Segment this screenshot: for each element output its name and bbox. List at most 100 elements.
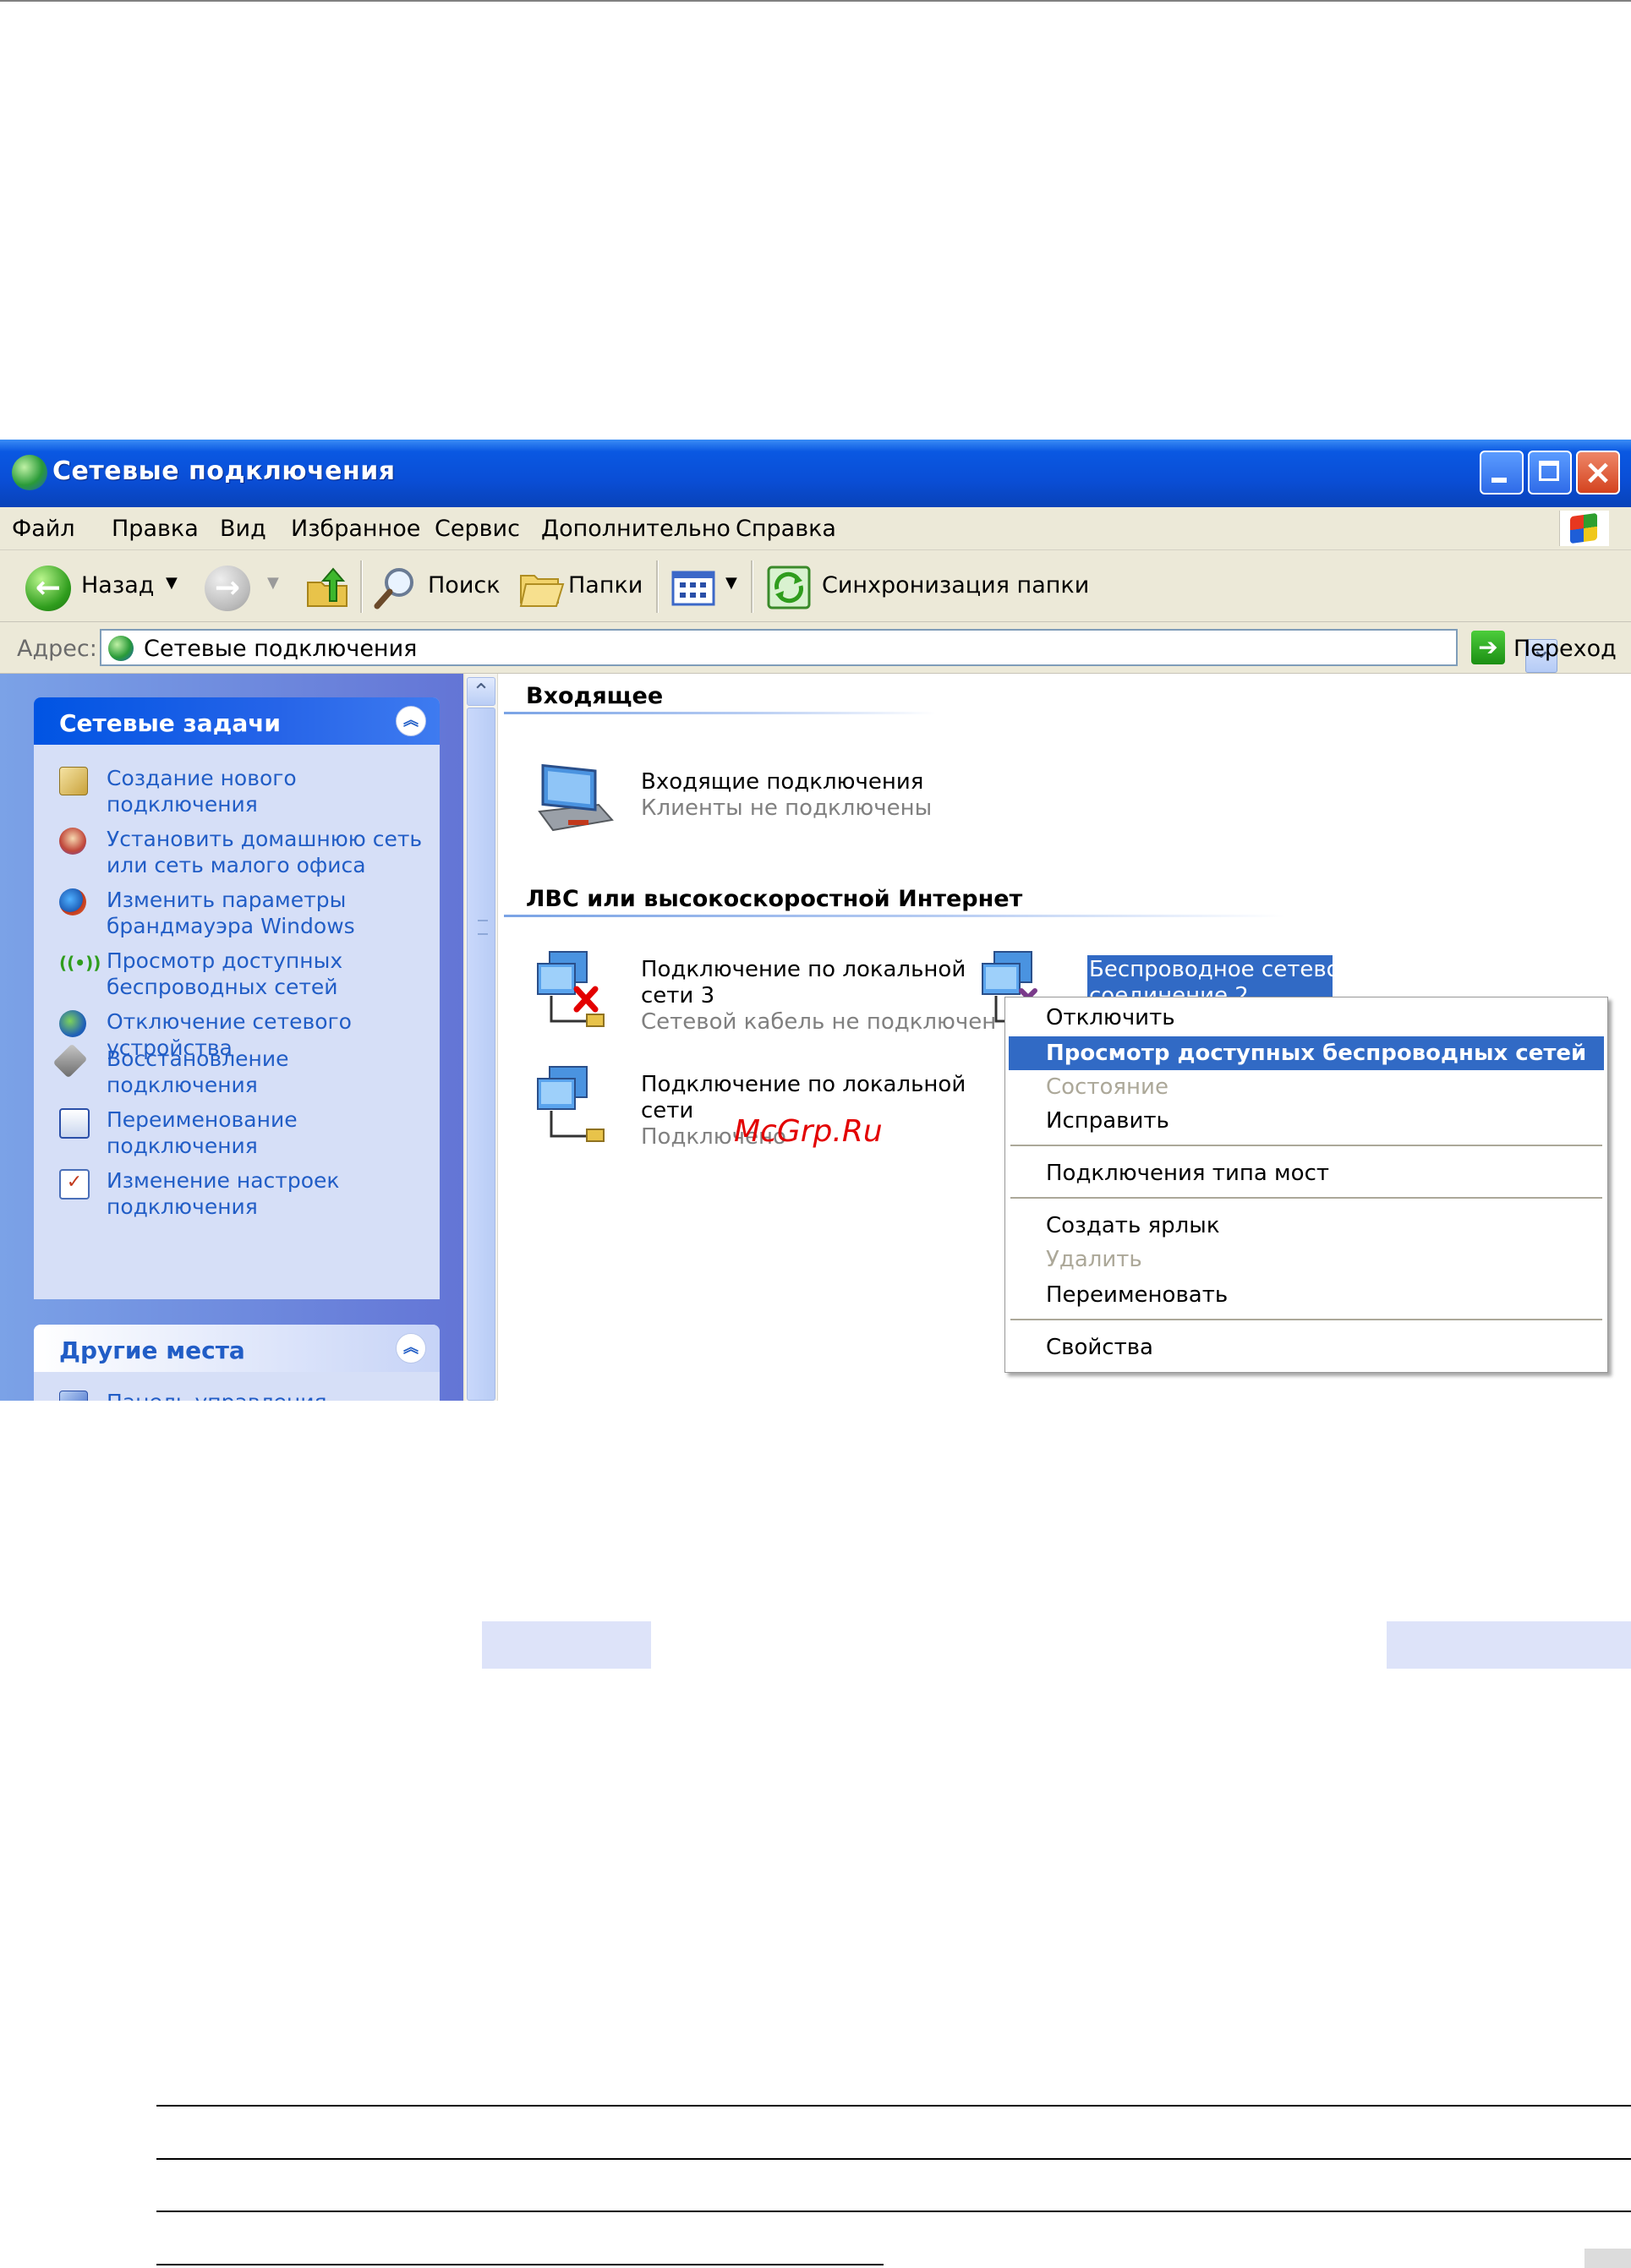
ctx-separator: [1010, 1145, 1602, 1147]
title-bar[interactable]: Сетевые подключения ×: [0, 440, 1631, 507]
disable-device-icon: [59, 1010, 86, 1037]
back-icon[interactable]: [25, 566, 71, 611]
vertical-scrollbar[interactable]: [465, 674, 498, 1401]
menu-tools[interactable]: Сервис: [435, 516, 520, 542]
menu-bar: Файл Правка Вид Избранное Сервис Дополни…: [0, 507, 1631, 550]
context-menu: Отключить Просмотр доступных беспроводны…: [1004, 997, 1608, 1373]
document-rule: [156, 2211, 1631, 2212]
ctx-label: Отключить: [1046, 1005, 1175, 1030]
network-connections-icon: [108, 636, 134, 661]
menu-edit[interactable]: Правка: [112, 516, 199, 542]
toolbar-separator: [360, 560, 363, 613]
ctx-label: Подключения типа мост: [1046, 1161, 1330, 1186]
scroll-up-icon[interactable]: [467, 677, 495, 706]
ctx-properties[interactable]: Свойства: [1009, 1331, 1604, 1364]
task-label[interactable]: Панель управления: [107, 1389, 445, 1401]
group-divider: [504, 712, 1121, 714]
highlight-box: [1387, 1621, 1631, 1669]
lan-connection-icon[interactable]: [534, 1062, 610, 1146]
close-button[interactable]: ×: [1576, 451, 1620, 495]
maximize-button[interactable]: [1528, 451, 1572, 495]
address-field[interactable]: Сетевые подключения: [100, 629, 1557, 673]
forward-dropdown-icon[interactable]: ▼: [267, 574, 279, 592]
task-label[interactable]: Просмотр доступных беспроводных сетей: [107, 948, 445, 1000]
scroll-grip-icon: [478, 920, 488, 935]
go-button[interactable]: Переход: [1513, 636, 1617, 662]
ctx-delete: Удалить: [1009, 1243, 1604, 1276]
lan-connection-3-status: Сетевой кабель не подключен: [641, 1009, 997, 1035]
task-label[interactable]: Создание нового подключения: [107, 765, 445, 817]
task-label[interactable]: Установить домашнюю сеть или сеть малого…: [107, 826, 445, 878]
toolbar-separator: [656, 560, 659, 613]
toolbar: Назад ▼ ▼ Поиск Папки ▼: [0, 550, 1631, 622]
highlight-box: [482, 1621, 651, 1669]
menu-advanced[interactable]: Дополнительно: [541, 516, 731, 542]
network-tasks-panel-body: Восстановление подключения Переименовани…: [34, 1043, 440, 1299]
windows-flag-icon: [1570, 512, 1597, 544]
ctx-label: Состояние: [1046, 1074, 1169, 1100]
menu-file[interactable]: Файл: [12, 516, 75, 542]
ctx-label: Переименовать: [1046, 1282, 1229, 1308]
back-button[interactable]: Назад: [81, 572, 154, 598]
task-label[interactable]: Изменить параметры брандмауэра Windows: [107, 887, 445, 939]
task-label[interactable]: Переименование подключения: [107, 1107, 445, 1159]
ctx-create-shortcut[interactable]: Создать ярлык: [1009, 1209, 1604, 1243]
task-label[interactable]: Восстановление подключения: [107, 1046, 445, 1098]
network-connections-icon: [12, 455, 47, 490]
ctx-rename[interactable]: Переименовать: [1009, 1278, 1604, 1312]
network-tasks-header[interactable]: Сетевые задачи: [34, 697, 440, 745]
lan-connection-name-line1[interactable]: Подключение по локальной: [641, 1072, 966, 1098]
folders-button[interactable]: Папки: [568, 572, 643, 598]
ctx-disconnect[interactable]: Отключить: [1009, 1001, 1604, 1035]
watermark: McGrp.Ru: [734, 1114, 883, 1149]
menu-help[interactable]: Справка: [736, 516, 836, 542]
incoming-connections-name[interactable]: Входящие подключения: [641, 769, 923, 795]
toolbar-separator: [751, 560, 753, 613]
views-dropdown-icon[interactable]: ▼: [725, 574, 737, 592]
folders-icon[interactable]: [517, 564, 565, 611]
wireless-icon: ((•)): [59, 953, 101, 973]
other-places-title: Другие места: [59, 1336, 245, 1364]
incoming-connections-icon[interactable]: [531, 752, 616, 837]
windows-logo: [1559, 511, 1609, 546]
task-label[interactable]: Изменение настроек подключения: [107, 1167, 445, 1220]
rename-icon: [59, 1108, 90, 1139]
ctx-status: Состояние: [1009, 1070, 1604, 1104]
up-folder-icon[interactable]: [304, 564, 352, 611]
views-icon[interactable]: [670, 564, 717, 611]
scroll-thumb[interactable]: [467, 708, 495, 1401]
settings-icon: ✓: [59, 1169, 90, 1200]
address-value: Сетевые подключения: [144, 636, 418, 662]
network-tasks-panel: Сетевые задачи Создание нового подключен…: [34, 697, 440, 1103]
lan-connection-3-name-line1[interactable]: Подключение по локальной: [641, 957, 966, 983]
ctx-view-wireless-networks[interactable]: Просмотр доступных беспроводных сетей: [1009, 1036, 1604, 1070]
forward-icon[interactable]: [205, 566, 250, 611]
lan-connection-name-line2[interactable]: сети: [641, 1098, 693, 1124]
menu-favorites[interactable]: Избранное: [291, 516, 420, 542]
go-arrow-icon[interactable]: [1471, 631, 1505, 664]
back-dropdown-icon[interactable]: ▼: [166, 574, 178, 592]
address-label: Адрес:: [17, 636, 97, 662]
lan-connection-3-icon[interactable]: [534, 947, 610, 1031]
ctx-separator: [1010, 1197, 1602, 1200]
ctx-label: Исправить: [1046, 1108, 1169, 1134]
search-icon[interactable]: [372, 564, 419, 611]
minimize-button[interactable]: [1480, 451, 1524, 495]
ctx-bridge-connections[interactable]: Подключения типа мост: [1009, 1156, 1604, 1190]
sync-button[interactable]: Синхронизация папки: [822, 572, 1089, 598]
new-connection-icon: [59, 767, 88, 795]
home-network-icon: [59, 828, 86, 855]
control-panel-icon: [59, 1391, 88, 1401]
collapse-icon[interactable]: [396, 1333, 426, 1364]
close-icon: ×: [1584, 453, 1612, 492]
sync-folder-icon[interactable]: [765, 564, 813, 611]
search-button[interactable]: Поиск: [428, 572, 501, 598]
ctx-separator: [1010, 1319, 1602, 1321]
collapse-icon[interactable]: [396, 706, 426, 736]
menu-view[interactable]: Вид: [220, 516, 266, 542]
wireless-connection-2-name-line1[interactable]: Беспроводное сетевое: [1089, 957, 1354, 983]
document-rule: [156, 2105, 1631, 2107]
ctx-repair[interactable]: Исправить: [1009, 1104, 1604, 1138]
lan-connection-3-name-line2[interactable]: сети 3: [641, 983, 714, 1009]
other-places-header[interactable]: Другие места: [34, 1325, 440, 1372]
